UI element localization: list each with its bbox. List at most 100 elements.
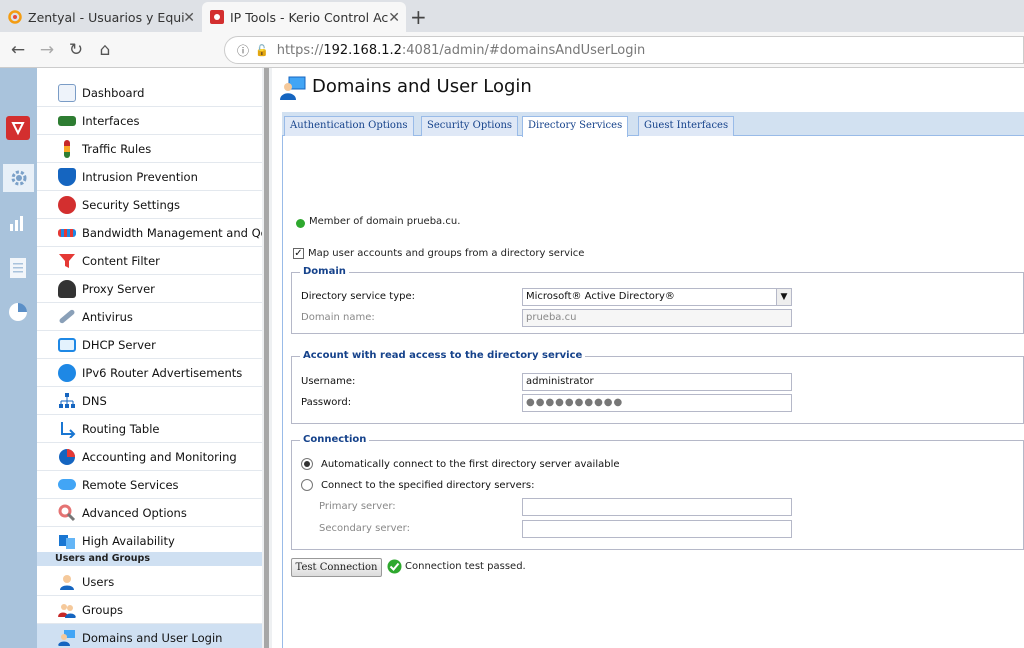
check-circle-icon bbox=[387, 559, 402, 574]
bandwidth-icon bbox=[58, 228, 76, 237]
sidebar-item-label: Accounting and Monitoring bbox=[82, 449, 237, 464]
chevron-down-icon[interactable]: ▼ bbox=[776, 289, 791, 305]
tab-guest-interfaces[interactable]: Guest Interfaces bbox=[638, 116, 735, 136]
sidebar-item-remote-services[interactable]: Remote Services bbox=[37, 471, 262, 499]
main-content: Domains and User Login Authentication Op… bbox=[272, 68, 1024, 648]
syringe-icon bbox=[58, 308, 76, 325]
sidebar-item-domains-user-login[interactable]: Domains and User Login bbox=[37, 624, 262, 648]
forward-icon[interactable]: → bbox=[35, 38, 59, 62]
pie-chart-icon[interactable] bbox=[6, 300, 30, 324]
map-accounts-checkbox[interactable]: ✓ bbox=[293, 248, 304, 259]
logs-icon[interactable] bbox=[6, 256, 30, 280]
tab-security-options[interactable]: Security Options bbox=[421, 116, 519, 136]
sidebar-item-intrusion-prevention[interactable]: Intrusion Prevention bbox=[37, 163, 262, 191]
sidebar-item-label: Proxy Server bbox=[82, 281, 155, 296]
sidebar: Dashboard Interfaces Traffic Rules Intru… bbox=[37, 68, 262, 648]
status-dot-icon bbox=[296, 219, 305, 228]
home-icon[interactable]: ⌂ bbox=[93, 38, 117, 62]
sidebar-item-label: Dashboard bbox=[82, 85, 145, 100]
browser-tab-zentyal[interactable]: Zentyal - Usuarios y Equi ✕ bbox=[0, 2, 201, 32]
sidebar-item-groups[interactable]: Groups bbox=[37, 596, 262, 624]
password-label: Password: bbox=[301, 397, 352, 408]
browser-tab-title: Zentyal - Usuarios y Equi bbox=[28, 9, 185, 25]
password-field[interactable]: ●●●●●●●●●● bbox=[522, 394, 792, 412]
sidebar-item-dhcp-server[interactable]: DHCP Server bbox=[37, 331, 262, 359]
close-tab-icon[interactable]: ✕ bbox=[183, 10, 195, 26]
shield-icon[interactable] bbox=[6, 116, 30, 140]
sidebar-splitter[interactable] bbox=[262, 68, 272, 648]
directory-services-panel: Member of domain prueba.cu. ✓ Map user a… bbox=[282, 136, 1024, 648]
info-icon[interactable]: ⓘ bbox=[237, 42, 249, 59]
sidebar-item-accounting[interactable]: Accounting and Monitoring bbox=[37, 443, 262, 471]
user-icon bbox=[60, 574, 74, 590]
account-fieldset: Account with read access to the director… bbox=[291, 350, 1024, 424]
sidebar-item-dns[interactable]: DNS bbox=[37, 387, 262, 415]
sidebar-item-traffic-rules[interactable]: Traffic Rules bbox=[37, 135, 262, 163]
servers-icon bbox=[59, 535, 75, 549]
secondary-server-field[interactable] bbox=[522, 520, 792, 538]
sidebar-item-label: IPv6 Router Advertisements bbox=[82, 365, 243, 380]
shield-icon bbox=[58, 167, 76, 186]
domain-name-field[interactable]: prueba.cu bbox=[522, 309, 792, 327]
url-host: 192.168.1.2 bbox=[323, 42, 402, 58]
funnel-icon bbox=[59, 253, 75, 268]
router-icon bbox=[58, 363, 76, 382]
reload-icon[interactable]: ↻ bbox=[64, 38, 88, 62]
sidebar-item-proxy-server[interactable]: Proxy Server bbox=[37, 275, 262, 303]
username-field[interactable]: administrator bbox=[522, 373, 792, 391]
tools-icon bbox=[58, 504, 76, 521]
sidebar-item-label: DNS bbox=[82, 393, 107, 408]
specified-servers-radio[interactable] bbox=[301, 479, 313, 491]
gear-icon[interactable] bbox=[3, 164, 34, 192]
browser-tab-kerio[interactable]: IP Tools - Kerio Control Ac ✕ bbox=[202, 2, 406, 32]
sidebar-item-users[interactable]: Users bbox=[37, 568, 262, 596]
directory-type-select[interactable]: Microsoft® Active Directory® ▼ bbox=[522, 288, 792, 306]
traffic-light-icon bbox=[64, 139, 70, 158]
secondary-server-label: Secondary server: bbox=[319, 523, 410, 534]
sidebar-item-antivirus[interactable]: Antivirus bbox=[37, 303, 262, 331]
sidebar-item-advanced-options[interactable]: Advanced Options bbox=[37, 499, 262, 527]
sidebar-item-security-settings[interactable]: Security Settings bbox=[37, 191, 262, 219]
directory-type-value: Microsoft® Active Directory® bbox=[526, 291, 675, 302]
sidebar-item-label: Bandwidth Management and Qo bbox=[82, 225, 262, 240]
auto-connect-label: Automatically connect to the first direc… bbox=[321, 459, 620, 470]
back-icon[interactable]: ← bbox=[6, 38, 30, 62]
cloud-icon bbox=[58, 479, 76, 490]
interfaces-icon bbox=[58, 115, 76, 126]
sidebar-item-label: DHCP Server bbox=[82, 337, 156, 352]
address-bar[interactable]: ⓘ 🔓 https://192.168.1.2:4081/admin/#doma… bbox=[224, 36, 1024, 64]
sidebar-item-routing-table[interactable]: Routing Table bbox=[37, 415, 262, 443]
routing-icon bbox=[61, 421, 76, 438]
page-title: Domains and User Login bbox=[312, 76, 532, 97]
sidebar-item-interfaces[interactable]: Interfaces bbox=[37, 107, 262, 135]
sidebar-item-content-filter[interactable]: Content Filter bbox=[37, 247, 262, 275]
auto-connect-radio[interactable] bbox=[301, 458, 313, 470]
sidebar-item-dashboard[interactable]: Dashboard bbox=[37, 79, 262, 107]
insecure-lock-icon: 🔓 bbox=[255, 43, 269, 57]
sidebar-item-label: Domains and User Login bbox=[82, 630, 223, 645]
tab-directory-services[interactable]: Directory Services bbox=[522, 116, 629, 137]
sidebar-item-label: Remote Services bbox=[82, 477, 179, 492]
domain-login-icon bbox=[280, 76, 306, 100]
tab-authentication-options[interactable]: Authentication Options bbox=[284, 116, 414, 136]
bar-chart-icon[interactable] bbox=[6, 210, 30, 234]
proxy-icon bbox=[58, 279, 76, 298]
sidebar-item-label: Content Filter bbox=[82, 253, 160, 268]
sidebar-item-high-availability[interactable]: High Availability bbox=[37, 527, 262, 555]
dns-tree-icon bbox=[59, 392, 75, 408]
domain-status-text: Member of domain prueba.cu. bbox=[309, 216, 461, 227]
connection-legend: Connection bbox=[300, 434, 370, 445]
test-connection-button[interactable]: Test Connection bbox=[291, 558, 382, 577]
domain-fieldset: Domain Directory service type: Microsoft… bbox=[291, 266, 1024, 334]
sidebar-item-bandwidth[interactable]: Bandwidth Management and Qo bbox=[37, 219, 262, 247]
new-tab-button[interactable]: + bbox=[410, 5, 427, 29]
close-tab-icon[interactable]: ✕ bbox=[388, 10, 400, 26]
navigation-bar: ← → ↻ ⌂ ⓘ 🔓 https://192.168.1.2:4081/adm… bbox=[0, 32, 1024, 68]
primary-server-field[interactable] bbox=[522, 498, 792, 516]
account-legend: Account with read access to the director… bbox=[300, 350, 586, 361]
url-prefix: https:// bbox=[276, 42, 324, 58]
url-path: :4081/admin/#domainsAndUserLogin bbox=[401, 42, 646, 58]
module-bar bbox=[0, 68, 37, 648]
dashboard-icon bbox=[58, 83, 76, 102]
sidebar-item-ipv6-router[interactable]: IPv6 Router Advertisements bbox=[37, 359, 262, 387]
